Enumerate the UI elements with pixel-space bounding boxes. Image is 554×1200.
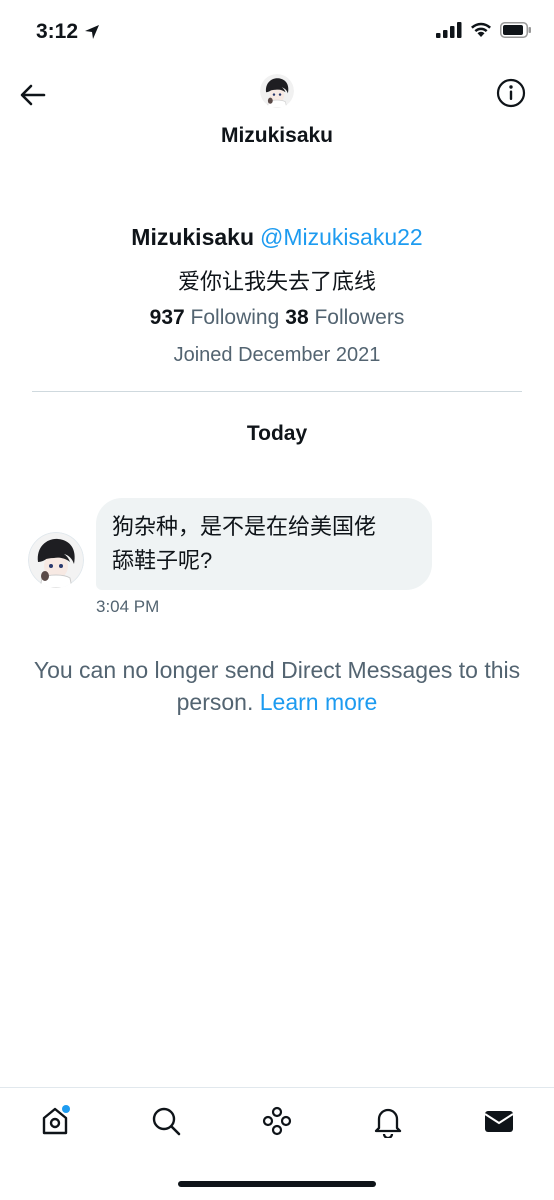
conversation-info-button[interactable] <box>496 78 526 108</box>
home-indicator <box>178 1181 376 1187</box>
message-timestamp: 3:04 PM <box>96 597 160 616</box>
status-time-text: 3:12 <box>36 20 79 43</box>
message-text-line: 舔鞋子呢? <box>112 548 213 573</box>
status-time: 3:12 <box>36 20 100 44</box>
sender-avatar[interactable] <box>28 532 84 588</box>
avatar <box>260 74 294 108</box>
search-icon <box>152 1107 181 1136</box>
signal-icon <box>436 22 462 38</box>
message-text-line: 狗杂种，是不是在给美国佬 <box>112 514 377 539</box>
header-avatar[interactable] <box>260 74 294 108</box>
joined-date: Joined December 2021 <box>173 344 381 366</box>
dm-disabled-notice: You can no longer send Direct Messages t… <box>0 654 554 718</box>
profile-handle[interactable]: @Mizukisaku22 <box>260 224 423 250</box>
profile-name[interactable]: Mizukisaku <box>131 224 254 250</box>
learn-more-link[interactable]: Learn more <box>253 689 378 715</box>
nav-search[interactable] <box>149 1104 183 1138</box>
followers-label: Followers <box>314 306 405 329</box>
nav-home[interactable] <box>38 1104 72 1138</box>
nav-spaces[interactable] <box>260 1104 294 1138</box>
home-icon <box>42 1105 70 1135</box>
location-arrow-icon <box>85 25 100 39</box>
info-icon <box>496 78 526 108</box>
follow-stats: 937 Following 38 Followers <box>0 306 554 330</box>
notifications-icon <box>374 1108 402 1138</box>
following-count: 937 <box>149 306 185 329</box>
nav-notifications[interactable] <box>371 1104 405 1138</box>
avatar <box>28 532 84 588</box>
nav-messages[interactable] <box>482 1104 516 1138</box>
status-indicators <box>436 22 532 38</box>
messages-icon <box>484 1111 514 1132</box>
back-arrow-icon <box>20 84 46 106</box>
following-label: Following <box>190 306 280 329</box>
following-link[interactable]: 937 Following <box>150 306 280 329</box>
bottom-nav-border <box>0 1087 554 1088</box>
spaces-icon <box>262 1106 292 1136</box>
wifi-icon <box>471 22 491 37</box>
notice-text: You can no longer send Direct Messages t… <box>33 657 521 715</box>
message-bubble[interactable]: 狗杂种，是不是在给美国佬 舔鞋子呢? <box>96 498 432 590</box>
battery-icon <box>500 22 531 38</box>
back-button[interactable] <box>18 80 48 110</box>
followers-count: 38 <box>285 306 309 329</box>
followers-link[interactable]: 38 Followers <box>285 306 404 329</box>
profile-name-row: Mizukisaku @Mizukisaku22 <box>0 224 554 251</box>
divider <box>32 391 522 392</box>
page-title: Mizukisaku <box>220 124 334 147</box>
date-separator: Today <box>246 422 308 445</box>
profile-bio: 爱你让我失去了底线 <box>177 269 376 294</box>
